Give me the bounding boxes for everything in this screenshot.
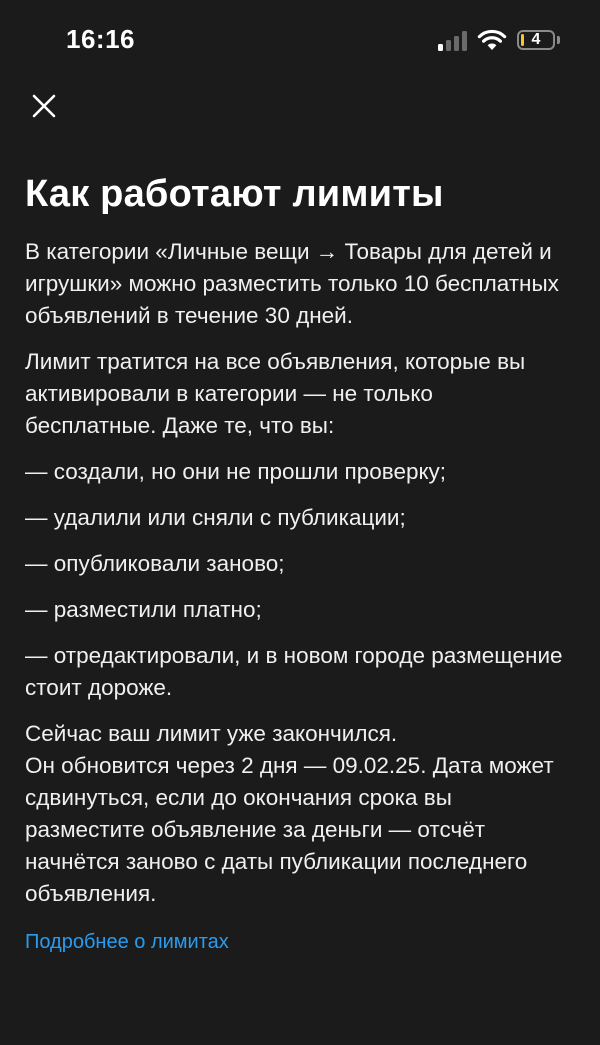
list-item: — отредактировали, и в новом городе разм…	[25, 643, 563, 700]
paragraph-limit-usage: Лимит тратится на все объявления, которы…	[25, 349, 526, 438]
wifi-icon	[477, 29, 507, 50]
close-button[interactable]	[24, 86, 64, 126]
status-bar: 16:16 4	[0, 0, 600, 80]
limit-status-line: Сейчас ваш лимит уже закончился.	[25, 721, 398, 746]
list-item: — создали, но они не прошли проверку;	[25, 459, 447, 484]
content: Как работают лимиты В категории «Личные …	[25, 166, 570, 956]
paragraph-limit-status: Сейчас ваш лимит уже закончился. Он обно…	[25, 718, 570, 910]
status-time: 16:16	[66, 24, 135, 54]
more-about-limits-link[interactable]: Подробнее о лимитах	[25, 928, 229, 956]
battery-cap	[557, 36, 560, 44]
battery-icon: 4	[517, 30, 555, 50]
list-item: — опубликовали заново;	[25, 551, 285, 576]
signal-icon	[438, 29, 467, 51]
list-item: — разместили платно;	[25, 597, 262, 622]
battery-level: 4	[531, 31, 541, 48]
status-icons: 4	[438, 26, 560, 54]
limit-renewal-text: Он обновится через 2 дня — 09.02.25. Дат…	[25, 753, 554, 906]
list-item: — удалили или сняли с публикации;	[25, 505, 406, 530]
page-title: Как работают лимиты	[25, 173, 444, 215]
close-icon	[32, 94, 56, 118]
paragraph-category-limit: В категории «Личные вещи → Товары для де…	[25, 239, 559, 328]
